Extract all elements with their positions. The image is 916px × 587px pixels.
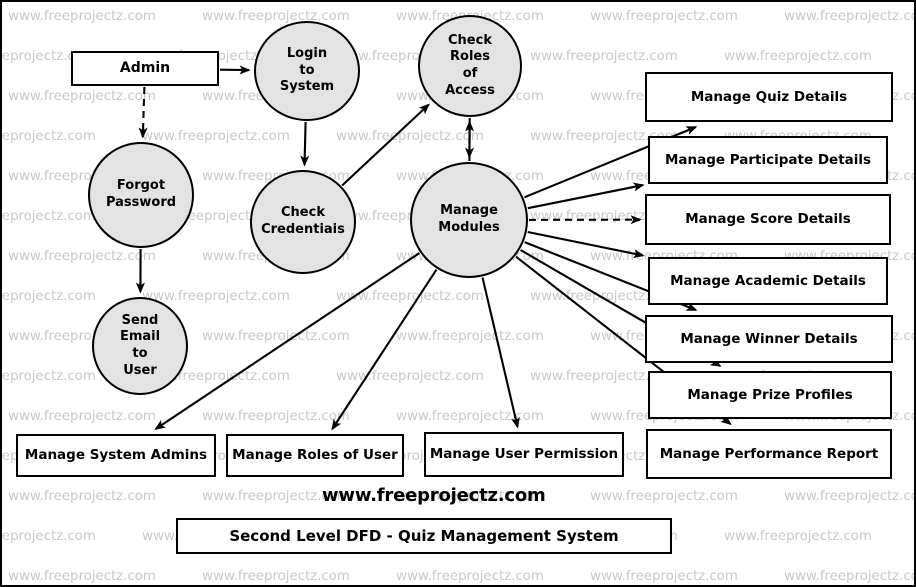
flow-manage_mod-to-sys_admins	[154, 252, 420, 430]
module-box-quiz[interactable]: Manage Quiz Details	[645, 72, 893, 122]
diagram-title-label: Second Level DFD - Quiz Management Syste…	[229, 527, 619, 545]
module-box-label-performance: Manage Performance Report	[659, 445, 879, 462]
process-label-check_roles: Check Roles of Access	[445, 32, 495, 98]
flow-manage_mod-to-academic	[527, 230, 645, 259]
process-label-login: Login to System	[279, 46, 335, 95]
module-box-prize[interactable]: Manage Prize Profiles	[648, 371, 892, 419]
flow-admin-to-forgot	[138, 86, 148, 139]
flow-check_cred-to-check_roles	[341, 103, 430, 187]
module-box-label-prize: Manage Prize Profiles	[687, 386, 853, 403]
module-box-sys_admins[interactable]: Manage System Admins	[16, 434, 216, 477]
process-label-forgot: Forgot Password	[105, 178, 177, 210]
module-box-winner[interactable]: Manage Winner Details	[645, 315, 893, 363]
process-manage_mod[interactable]: Manage Modules	[410, 162, 528, 278]
module-box-label-sys_admins: Manage System Admins	[24, 447, 208, 464]
module-box-label-roles_of_user: Manage Roles of User	[232, 447, 398, 464]
module-box-label-academic: Manage Academic Details	[670, 272, 866, 289]
module-box-label-score: Manage Score Details	[685, 211, 851, 228]
process-label-send_email: Send Email to User	[119, 312, 161, 378]
process-label-manage_mod: Manage Modules	[438, 203, 500, 235]
flow-manage_mod-to-user_permission	[481, 277, 520, 429]
module-box-score[interactable]: Manage Score Details	[645, 194, 891, 245]
module-box-label-user_permission: Manage User Permission	[429, 446, 619, 463]
module-box-label-participate: Manage Participate Details	[664, 151, 872, 168]
diagram-title-box: Second Level DFD - Quiz Management Syste…	[176, 518, 672, 554]
process-check_roles[interactable]: Check Roles of Access	[418, 15, 522, 117]
process-forgot[interactable]: Forgot Password	[88, 142, 194, 248]
flow-manage_mod-to-roles_of_user	[331, 269, 438, 431]
module-box-academic[interactable]: Manage Academic Details	[648, 257, 888, 305]
process-send_email[interactable]: Send Email to User	[92, 297, 188, 395]
brand-text: www.freeprojectz.com	[322, 485, 546, 506]
flow-login-to-check_cred	[300, 121, 310, 167]
module-box-participate[interactable]: Manage Participate Details	[648, 136, 888, 184]
process-check_cred[interactable]: Check Credentiais	[250, 170, 356, 274]
module-box-performance[interactable]: Manage Performance Report	[646, 429, 892, 479]
entity-label-admin: Admin	[119, 60, 171, 77]
process-login[interactable]: Login to System	[254, 21, 360, 121]
process-label-check_cred: Check Credentiais	[261, 205, 345, 237]
module-box-label-quiz: Manage Quiz Details	[690, 88, 848, 105]
module-box-user_permission[interactable]: Manage User Permission	[424, 432, 624, 477]
entity-admin[interactable]: Admin	[71, 51, 219, 86]
module-box-label-winner: Manage Winner Details	[680, 330, 858, 347]
module-box-roles_of_user[interactable]: Manage Roles of User	[226, 434, 404, 477]
dfd-canvas: www.freeprojectz.com www.freeprojectz.com…	[0, 0, 916, 587]
